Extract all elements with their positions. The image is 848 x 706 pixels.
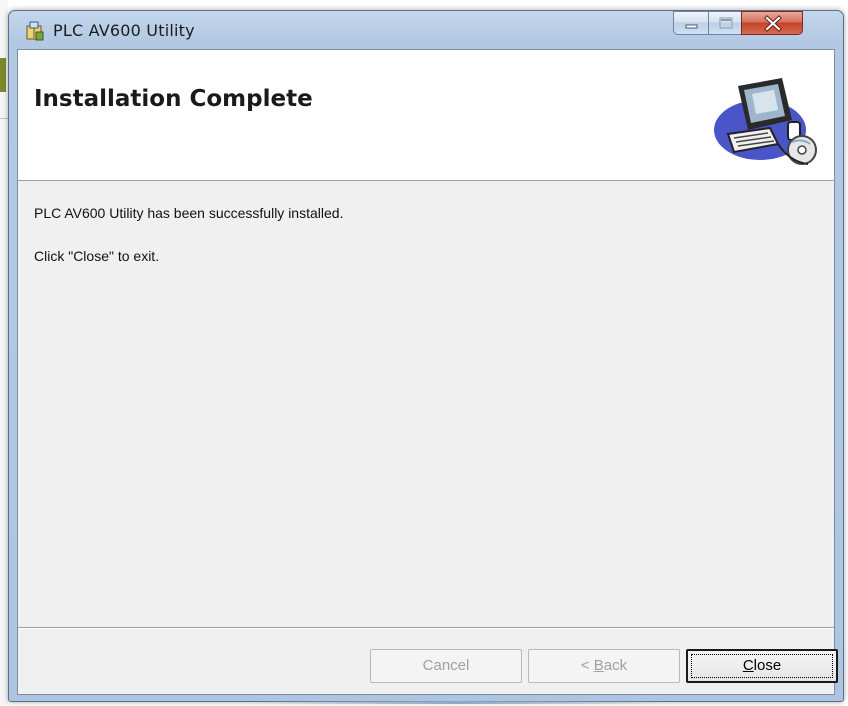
desktop-background	[0, 0, 8, 706]
exit-instruction: Click "Close" to exit.	[34, 248, 160, 264]
title-bar[interactable]: PLC AV600 Utility	[9, 11, 843, 49]
minimize-button[interactable]	[673, 11, 709, 35]
footer-separator-highlight	[18, 628, 834, 629]
back-button-accelerator: B	[593, 657, 604, 674]
close-button[interactable]: Close	[686, 649, 838, 683]
installer-app-icon	[26, 21, 44, 41]
back-button[interactable]: < Back	[528, 649, 680, 683]
dialog-client-area: Installation Complete PLC AV600 Utility …	[17, 49, 838, 695]
maximize-button[interactable]	[708, 11, 742, 35]
back-button-label: ack	[603, 657, 628, 674]
installer-window: PLC AV600 Utility Installation Complete	[8, 10, 844, 704]
close-icon	[764, 15, 782, 32]
window-bottom-edge	[249, 701, 669, 704]
page-title: Installation Complete	[34, 86, 313, 112]
desktop-background-accent	[0, 58, 6, 92]
success-message: PLC AV600 Utility has been successfully …	[34, 205, 344, 221]
computer-install-icon	[714, 78, 817, 165]
desktop-background-line	[0, 118, 8, 119]
cancel-button[interactable]: Cancel	[370, 649, 522, 683]
close-button-accelerator: C	[742, 657, 754, 674]
header-banner: Installation Complete	[18, 50, 834, 181]
back-button-prefix: <	[580, 657, 594, 674]
minimize-icon	[685, 24, 698, 29]
maximize-icon	[719, 17, 733, 29]
close-button-label: lose	[753, 657, 782, 674]
window-title: PLC AV600 Utility	[53, 21, 195, 40]
cancel-button-label: Cancel	[422, 657, 470, 674]
close-window-button[interactable]	[741, 11, 803, 35]
